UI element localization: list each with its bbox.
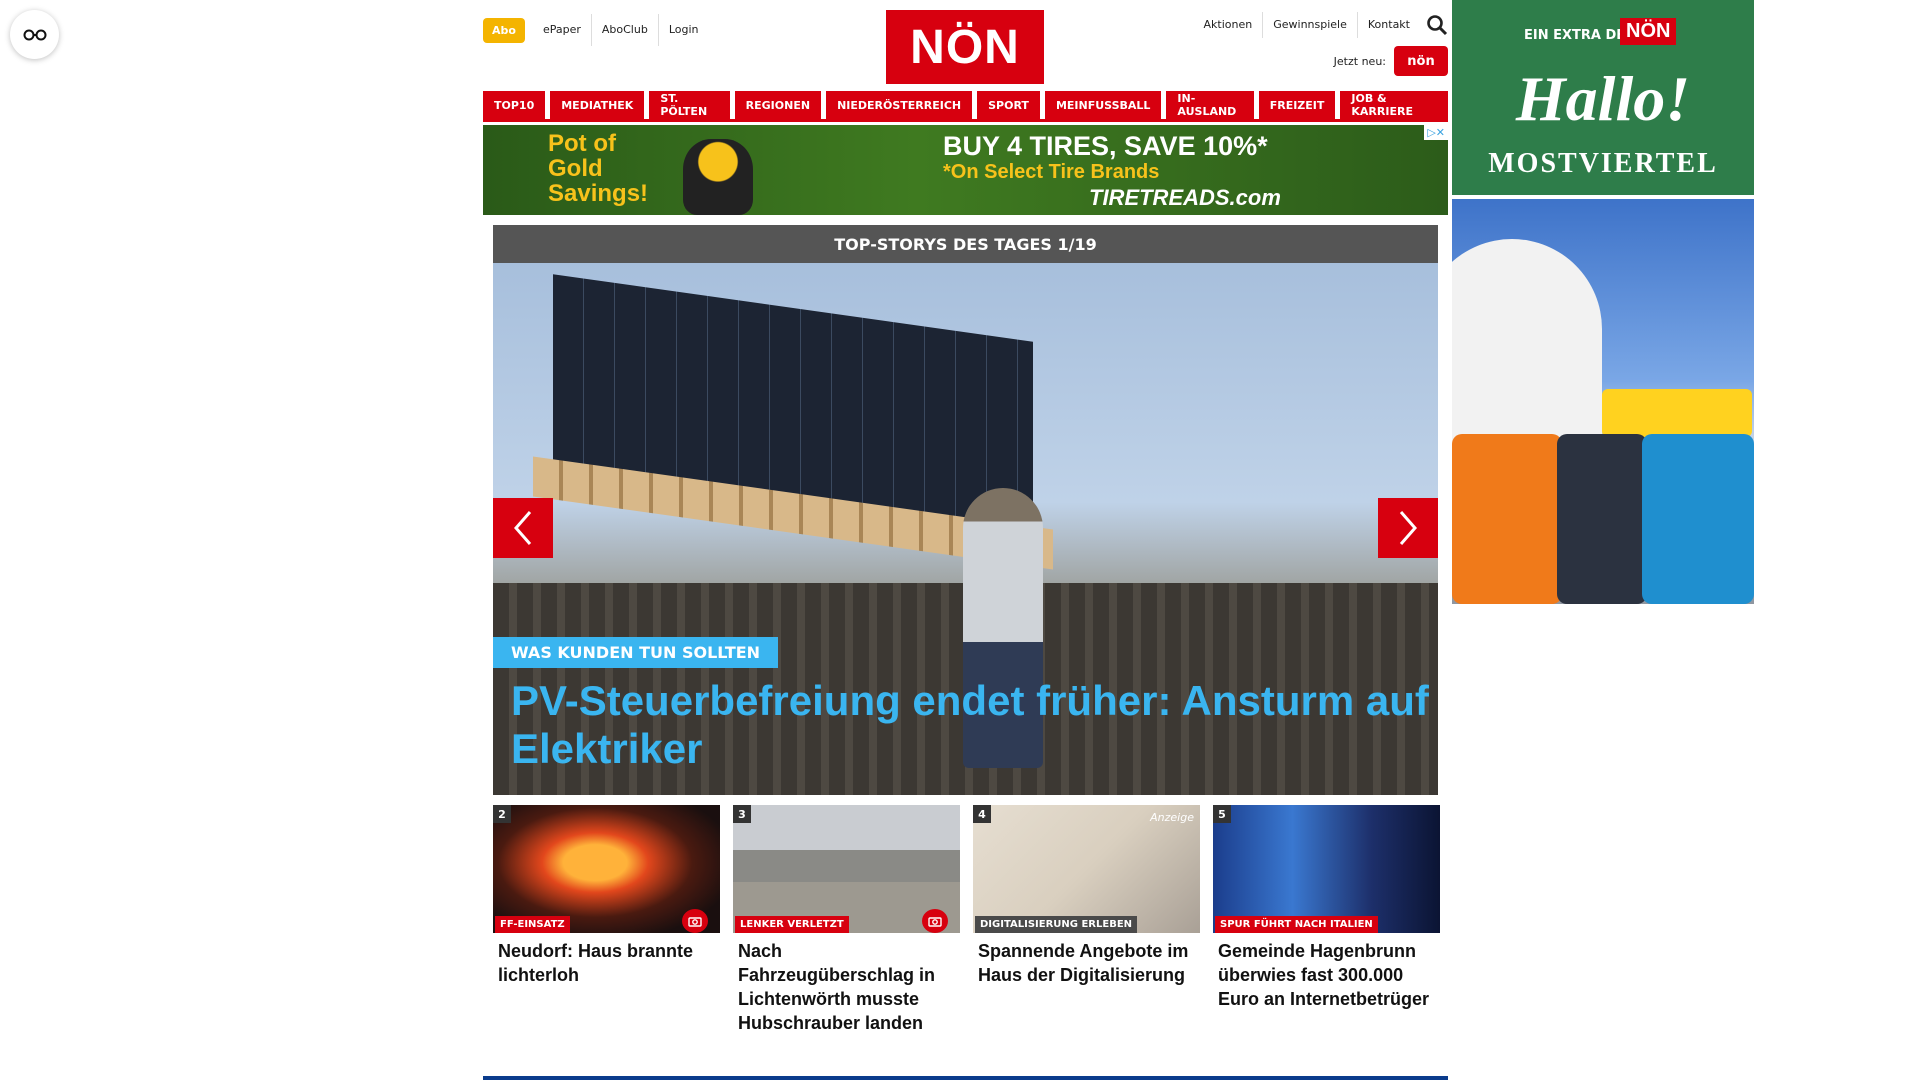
teaser-image[interactable]: 2 FF-EINSATZ [493, 805, 720, 933]
jetzt-neu: Jetzt neu: nön [1334, 46, 1448, 76]
menu-item-st-poelten[interactable]: ST. PÖLTEN [649, 91, 730, 119]
teaser-rank: 3 [733, 805, 751, 823]
suitcase [1557, 434, 1647, 604]
menu-item-niederoesterreich[interactable]: NIEDERÖSTERREICH [826, 91, 973, 119]
suitcase [1642, 434, 1754, 604]
menu-item-job-karriere[interactable]: JOB & KARRIERE [1340, 91, 1448, 119]
menu-item-mediathek[interactable]: MEDIATHEK [550, 91, 645, 119]
reader-toggle-button[interactable] [10, 10, 59, 59]
jetzt-neu-label: Jetzt neu: [1333, 54, 1386, 68]
teaser-label: FF-EINSATZ [495, 916, 570, 933]
search-icon[interactable] [1426, 14, 1448, 36]
gewinnspiele-link[interactable]: Gewinnspiele [1262, 12, 1357, 38]
slide-image[interactable]: WAS KUNDEN TUN SOLLTEN PV-Steuerbefreiun… [493, 263, 1438, 795]
teaser-rank: 5 [1213, 805, 1231, 823]
chevron-left-icon [514, 511, 532, 545]
login-link[interactable]: Login [657, 14, 709, 46]
teaser-image[interactable]: 3 LENKER VERLETZT [733, 805, 960, 933]
teaser-list: 2 FF-EINSATZ Neudorf: Haus brannte licht… [493, 805, 1440, 1035]
teaser-title[interactable]: Spannende Angebote im Haus der Digitalis… [973, 933, 1200, 987]
menu-item-top10[interactable]: TOP10 [483, 91, 546, 119]
slider-next-button[interactable] [1378, 498, 1438, 558]
epaper-link[interactable]: ePaper [533, 14, 591, 46]
slider-heading: TOP-STORYS DES TAGES 1/19 [493, 225, 1438, 263]
teaser-card[interactable]: 5 SPUR FÜHRT NACH ITALIEN Gemeinde Hagen… [1213, 805, 1440, 1035]
aboclub-link[interactable]: AboClub [590, 14, 658, 46]
sky-non-logo: NÖN [1620, 18, 1677, 45]
site-header: Abo ePaper AboClub Login NÖN Aktionen Ge… [483, 0, 1448, 90]
banner-ad-left-text: Pot of Gold Savings! [548, 131, 648, 206]
teaser-rank: 4 [973, 805, 991, 823]
menu-item-meinfussball[interactable]: MEINFUSSBALL [1044, 91, 1162, 119]
teaser-rank: 2 [493, 805, 511, 823]
anzeige-tag: Anzeige [1150, 811, 1194, 824]
top-navigation: Abo ePaper AboClub Login [483, 14, 709, 46]
story-title[interactable]: PV-Steuerbefreiung endet früher: Ansturm… [511, 677, 1431, 773]
slider-prev-button[interactable] [493, 498, 553, 558]
adchoices-icon[interactable]: ▷✕ [1424, 125, 1448, 140]
teaser-card[interactable]: 4 Anzeige DIGITALISIERUNG ERLEBEN Spanne… [973, 805, 1200, 1035]
banner-ad[interactable]: Pot of Gold Savings! BUY 4 TIRES, SAVE 1… [483, 125, 1448, 215]
skyscraper-ad-header[interactable]: EIN EXTRA DER NÖN Hallo! MOSTVIERTEL [1452, 0, 1754, 195]
section-divider [483, 1076, 1448, 1080]
pot-of-gold-image [683, 139, 753, 215]
suitcase [1452, 434, 1562, 604]
airport-vehicle [1602, 389, 1752, 437]
banner-line: Savings! [548, 180, 649, 207]
skyscraper-ad-image[interactable] [1452, 199, 1754, 604]
site-logo[interactable]: NÖN [886, 10, 1044, 84]
service-navigation: Aktionen Gewinnspiele Kontakt [1194, 12, 1448, 38]
kontakt-link[interactable]: Kontakt [1356, 12, 1420, 38]
banner-ad-subline: *On Select Tire Brands [943, 161, 1160, 183]
aktionen-link[interactable]: Aktionen [1194, 12, 1263, 38]
sky-region: MOSTVIERTEL [1488, 148, 1718, 179]
teaser-image[interactable]: 5 SPUR FÜHRT NACH ITALIEN [1213, 805, 1440, 933]
menu-item-sport[interactable]: SPORT [977, 91, 1040, 119]
banner-ad-brand: TIRETREADS.com [1089, 185, 1281, 210]
chevron-right-icon [1399, 511, 1417, 545]
menu-item-in-ausland[interactable]: IN-AUSLAND [1166, 91, 1254, 119]
banner-ad-headline: BUY 4 TIRES, SAVE 10%* [943, 131, 1268, 161]
teaser-title[interactable]: Nach Fahrzeugüberschlag in Lichtenwörth … [733, 933, 960, 1035]
story-kicker: WAS KUNDEN TUN SOLLTEN [493, 637, 779, 668]
teaser-image[interactable]: 4 Anzeige DIGITALISIERUNG ERLEBEN [973, 805, 1200, 933]
sky-hallo: Hallo! [1515, 63, 1691, 134]
banner-line: Gold [548, 155, 603, 182]
teaser-card[interactable]: 2 FF-EINSATZ Neudorf: Haus brannte licht… [493, 805, 720, 1035]
teaser-label: DIGITALISIERUNG ERLEBEN [975, 916, 1138, 933]
teaser-label: LENKER VERLETZT [735, 916, 849, 933]
teaser-label: SPUR FÜHRT NACH ITALIEN [1215, 916, 1378, 933]
teaser-title[interactable]: Neudorf: Haus brannte lichterloh [493, 933, 720, 987]
jetzt-neu-badge[interactable]: nön [1394, 46, 1448, 76]
banner-line: Pot of [548, 130, 616, 157]
menu-item-freizeit[interactable]: FREIZEIT [1258, 91, 1336, 119]
sky-extra-text: EIN EXTRA DER [1524, 28, 1636, 43]
top-stories-slider: TOP-STORYS DES TAGES 1/19 WAS KUNDEN TUN… [493, 225, 1438, 795]
glasses-icon [23, 29, 46, 40]
teaser-title[interactable]: Gemeinde Hagenbrunn überwies fast 300.00… [1213, 933, 1440, 1011]
teaser-card[interactable]: 3 LENKER VERLETZT Nach Fahrzeugüberschla… [733, 805, 960, 1035]
camera-icon [922, 909, 948, 933]
menu-item-regionen[interactable]: REGIONEN [734, 91, 822, 119]
main-menu: TOP10 MEDIATHEK ST. PÖLTEN REGIONEN NIED… [483, 91, 1448, 122]
abo-button[interactable]: Abo [483, 17, 525, 43]
camera-icon [682, 909, 708, 933]
